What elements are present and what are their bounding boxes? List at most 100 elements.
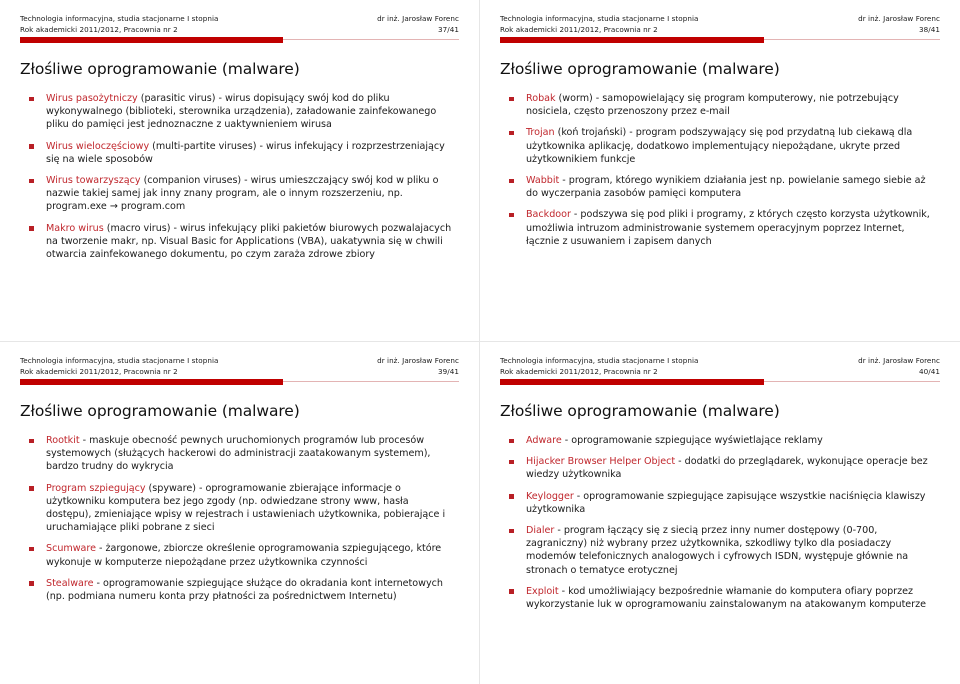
bullet-item: Exploit - kod umożliwiający bezpośrednie… <box>508 585 936 611</box>
bullet-description: - oprogramowanie szpiegujące wyświetlają… <box>561 435 823 446</box>
author-name: dr inż. Jarosław Forenc <box>377 356 459 365</box>
bullet-item: Stealware - oprogramowanie szpiegujące s… <box>28 577 455 603</box>
square-bullet-icon <box>29 96 34 101</box>
slide-header-meta: dr inż. Jarosław Forenc 38/41 <box>858 14 940 35</box>
slide-37: Technologia informacyjna, studia stacjon… <box>0 0 480 342</box>
course-line-2: Rok akademicki 2011/2012, Pracownia nr 2 <box>20 366 178 376</box>
square-bullet-icon <box>509 528 514 534</box>
slide-header-course: Technologia informacyjna, studia stacjon… <box>500 14 698 35</box>
accent-rule-thick <box>20 379 284 385</box>
bullet-item: Wirus wieloczęściowy (multi-partite viru… <box>28 140 455 166</box>
bullet-term: Wabbit <box>526 175 560 187</box>
slide-header-meta: dr inż. Jarosław Forenc 39/41 <box>377 356 459 377</box>
bullet-item: Wirus towarzyszący (companion viruses) -… <box>28 174 455 214</box>
bullet-term: Stealware <box>46 577 94 589</box>
square-bullet-icon <box>509 96 514 101</box>
bullet-description: - program, którego wynikiem działania je… <box>526 175 926 200</box>
accent-rule-thick <box>500 37 764 43</box>
square-bullet-icon <box>29 581 34 586</box>
square-bullet-icon <box>509 494 514 499</box>
bullet-item: Trojan (koń trojański) - program podszyw… <box>508 126 936 166</box>
slide-header: Technologia informacyjna, studia stacjon… <box>18 356 461 377</box>
bullet-term: Backdoor <box>526 209 571 221</box>
bullet-term: Trojan <box>526 127 555 139</box>
bullet-term: Dialer <box>526 525 555 537</box>
slide-header-course: Technologia informacyjna, studia stacjon… <box>20 356 218 377</box>
course-line-1: Technologia informacyjna, studia stacjon… <box>20 356 219 365</box>
bullet-description: - podszywa się pod pliki i programy, z k… <box>526 209 930 247</box>
bullet-item: Scumware - żargonowe, zbiorcze określeni… <box>28 542 455 568</box>
square-bullet-icon <box>509 589 514 594</box>
bullet-item: Rootkit - maskuje obecność pewnych uruch… <box>28 434 455 474</box>
bullet-item: Hijacker Browser Helper Object - dodatki… <box>508 455 936 481</box>
bullet-term: Makro wirus <box>46 222 104 234</box>
bullet-term: Scumware <box>46 543 96 555</box>
bullet-item: Wirus pasożytniczy (parasitic virus) - w… <box>28 92 455 132</box>
bullet-term: Wirus towarzyszący <box>46 175 141 187</box>
bullet-description: - żargonowe, zbiorcze określenie oprogra… <box>46 543 442 568</box>
bullet-term: Program szpiegujący <box>46 482 146 494</box>
bullet-term: Adware <box>526 435 562 446</box>
square-bullet-icon <box>509 178 514 184</box>
square-bullet-icon <box>29 226 34 231</box>
bullet-item: Program szpiegujący (spyware) - oprogram… <box>28 482 455 535</box>
bullet-list: Adware - oprogramowanie szpiegujące wyśw… <box>498 434 942 611</box>
header-accent-rule <box>500 37 940 43</box>
slide-header-meta: dr inż. Jarosław Forenc 37/41 <box>377 14 459 35</box>
bullet-term: Hijacker Browser Helper Object <box>526 456 676 468</box>
header-accent-rule <box>20 37 459 43</box>
author-name: dr inż. Jarosław Forenc <box>858 14 940 23</box>
handout-page: Technologia informacyjna, studia stacjon… <box>0 0 960 684</box>
accent-rule-thick <box>500 379 764 385</box>
bullet-term: Keylogger <box>526 490 574 502</box>
bullet-term: Robak <box>526 93 556 104</box>
slide-header: Technologia informacyjna, studia stacjon… <box>18 14 461 35</box>
square-bullet-icon <box>509 212 514 218</box>
bullet-term: Exploit <box>526 585 559 597</box>
bullet-description: - program łączący się z siecią przez inn… <box>526 525 909 576</box>
bullet-description: (macro virus) - wirus infekujący pliki p… <box>46 222 452 261</box>
square-bullet-icon <box>29 486 34 491</box>
bullet-list: Robak (worm) - samopowielający się progr… <box>498 92 942 248</box>
slide-header-course: Technologia informacyjna, studia stacjon… <box>20 14 218 35</box>
course-line-2: Rok akademicki 2011/2012, Pracownia nr 2 <box>20 24 178 34</box>
bullet-description: - oprogramowanie szpiegujące służące do … <box>46 577 443 603</box>
bullet-item: Dialer - program łączący się z siecią pr… <box>508 524 936 577</box>
slide-header-meta: dr inż. Jarosław Forenc 40/41 <box>858 356 940 377</box>
square-bullet-icon <box>29 546 34 552</box>
bullet-list: Rootkit - maskuje obecność pewnych uruch… <box>18 434 461 603</box>
bullet-item: Robak (worm) - samopowielający się progr… <box>508 92 936 118</box>
course-line-2: Rok akademicki 2011/2012, Pracownia nr 2 <box>500 366 658 376</box>
header-accent-rule <box>20 379 459 385</box>
author-name: dr inż. Jarosław Forenc <box>858 356 940 365</box>
bullet-term: Wirus pasożytniczy <box>46 93 138 104</box>
bullet-item: Backdoor - podszywa się pod pliki i prog… <box>508 208 936 248</box>
page-number: 39/41 <box>438 366 459 376</box>
course-line-1: Technologia informacyjna, studia stacjon… <box>20 14 219 23</box>
page-number: 38/41 <box>919 24 940 34</box>
slide-header-course: Technologia informacyjna, studia stacjon… <box>500 356 698 377</box>
slide-title: Złośliwe oprogramowanie (malware) <box>500 60 780 78</box>
course-line-1: Technologia informacyjna, studia stacjon… <box>500 356 699 365</box>
page-number: 40/41 <box>919 366 940 376</box>
course-line-1: Technologia informacyjna, studia stacjon… <box>500 14 699 23</box>
bullet-term: Rootkit <box>46 435 80 446</box>
slide-title: Złośliwe oprogramowanie (malware) <box>20 60 300 78</box>
bullet-term: Wirus wieloczęściowy <box>46 140 150 152</box>
author-name: dr inż. Jarosław Forenc <box>377 14 459 23</box>
bullet-item: Makro wirus (macro virus) - wirus infeku… <box>28 222 455 262</box>
bullet-description: - maskuje obecność pewnych uruchomionych… <box>46 435 431 473</box>
bullet-item: Adware - oprogramowanie szpiegujące wyśw… <box>508 434 936 447</box>
bullet-item: Keylogger - oprogramowanie szpiegujące z… <box>508 490 936 516</box>
course-line-2: Rok akademicki 2011/2012, Pracownia nr 2 <box>500 24 658 34</box>
bullet-description: - kod umożliwiający bezpośrednie włamani… <box>526 585 927 611</box>
bullet-description: - oprogramowanie szpiegujące zapisujące … <box>526 490 926 515</box>
bullet-description: (worm) - samopowielający się program kom… <box>526 93 899 118</box>
bullet-item: Wabbit - program, którego wynikiem dział… <box>508 174 936 200</box>
page-number: 37/41 <box>438 24 459 34</box>
slide-header: Technologia informacyjna, studia stacjon… <box>498 356 942 377</box>
slide-38: Technologia informacyjna, studia stacjon… <box>480 0 960 342</box>
slide-title: Złośliwe oprogramowanie (malware) <box>500 402 780 420</box>
slide-39: Technologia informacyjna, studia stacjon… <box>0 342 480 684</box>
bullet-description: (koń trojański) - program podszywający s… <box>526 127 913 165</box>
